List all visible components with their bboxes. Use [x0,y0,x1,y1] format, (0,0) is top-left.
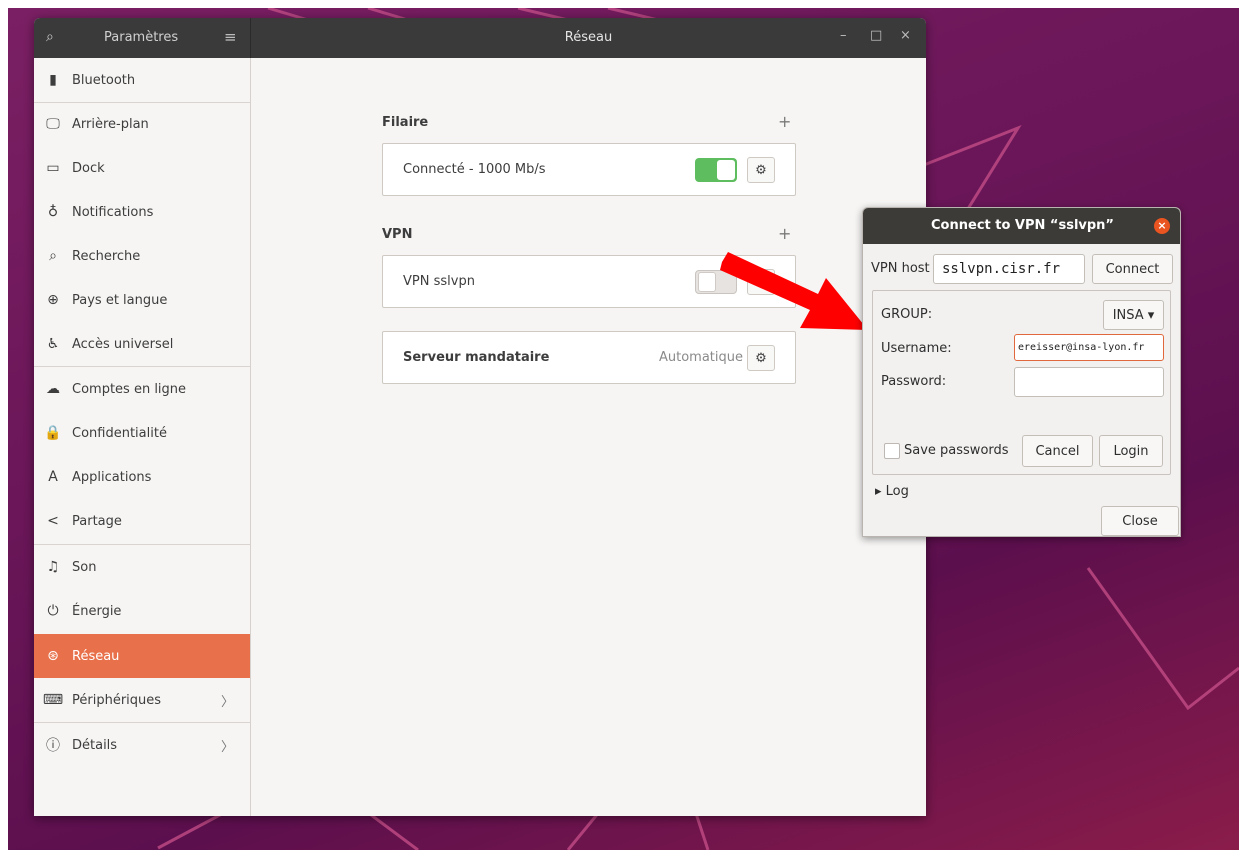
window-title: Réseau [564,30,613,45]
password-input[interactable] [1014,367,1164,397]
gear-icon: ⚙ [755,162,767,178]
sidebar-item-bluetooth[interactable]: ▮ Bluetooth [34,58,250,102]
sidebar-item-label: Pays et langue [72,292,168,308]
bluetooth-icon: ▮ [49,72,57,88]
wired-settings-button[interactable]: ⚙ [747,157,775,183]
search-icon: ⌕ [49,248,57,264]
titlebar: ⌕ Paramètres ≡ Réseau – □ × [34,18,926,58]
accessibility-icon: ♿ [46,336,60,352]
proxy-value: Automatique [658,350,743,365]
sidebar-item-label: Partage [72,513,122,529]
app-title: Paramètres [104,30,179,45]
password-label: Password: [881,374,947,389]
sidebar-item-label: Comptes en ligne [72,381,187,397]
group-select[interactable]: INSA ▾ [1103,300,1164,330]
sidebar-item-label: Dock [72,160,105,176]
red-arrow-annotation [720,252,868,330]
sidebar-item-label: Arrière-plan [72,116,149,132]
sidebar-item-label: Notifications [72,204,154,220]
info-icon: ⓘ [46,738,60,754]
sidebar-item-privacy[interactable]: 🔒 Confidentialité [34,411,250,455]
login-button[interactable]: Login [1099,435,1163,467]
save-passwords-label[interactable]: Save passwords [904,443,1009,458]
log-expander[interactable]: ▸ Log [875,484,909,499]
sidebar-item-search[interactable]: ⌕ Recherche [34,234,250,278]
sidebar-item-region[interactable]: ⊕ Pays et langue [34,278,250,322]
group-label: GROUP: [881,307,933,322]
toggle-knob [717,160,735,180]
proxy-label: Serveur mandataire [403,350,550,365]
chevron-right-icon: 〉 [220,740,234,755]
titlebar-left: ⌕ Paramètres ≡ [34,18,251,58]
minimize-button[interactable]: – [840,28,847,43]
close-button[interactable]: × [900,28,911,43]
sidebar-item-dock[interactable]: ▭ Dock [34,146,250,190]
sidebar-item-power[interactable]: ⏻ Énergie [34,589,250,633]
settings-window: ⌕ Paramètres ≡ Réseau – □ × ▮ Bluetooth … [34,18,926,816]
monitor-icon: 🖵 [46,116,60,132]
network-icon: ⊛ [47,648,59,664]
username-input[interactable]: ereisser@insa-lyon.fr [1014,334,1164,361]
vpn-host-label: VPN host [871,261,930,276]
bell-icon: ♁ [47,204,59,220]
dock-icon: ▭ [46,160,60,176]
wired-toggle[interactable] [695,158,737,182]
username-label: Username: [881,341,952,356]
sidebar-item-sharing[interactable]: < Partage [34,499,250,543]
vpn-host-input[interactable]: sslvpn.cisr.fr [933,254,1085,284]
sidebar-item-details[interactable]: ⓘ Détails 〉 [34,723,250,767]
globe-icon: ⊕ [47,292,59,308]
sidebar-item-label: Énergie [72,603,122,619]
power-icon: ⏻ [47,603,59,619]
sidebar-item-label: Réseau [72,648,120,664]
sidebar-item-online-accounts[interactable]: ☁ Comptes en ligne [34,367,250,411]
sidebar-item-label: Recherche [72,248,141,264]
cancel-button[interactable]: Cancel [1022,435,1093,467]
sidebar-item-notifications[interactable]: ♁ Notifications [34,190,250,234]
music-note-icon: ♫ [46,559,60,575]
sidebar-item-label: Confidentialité [72,425,167,441]
close-dialog-button[interactable]: Close [1101,506,1179,536]
sidebar-item-label: Applications [72,469,152,485]
dialog-close-icon[interactable]: × [1154,218,1170,234]
sidebar-item-label: Détails [72,737,118,753]
sidebar-item-label: Bluetooth [72,72,136,88]
applications-icon: A [48,469,58,485]
proxy-settings-button[interactable]: ⚙ [747,345,775,371]
sidebar-item-network[interactable]: ⊛ Réseau [34,634,250,678]
vpn-section-title: VPN [382,227,413,242]
lock-icon: 🔒 [44,425,62,441]
dialog-title: Connect to VPN “sslvpn” [863,208,1180,244]
gear-icon: ⚙ [755,350,767,366]
sidebar-item-sound[interactable]: ♫ Son [34,545,250,589]
add-vpn-button[interactable]: + [778,224,791,243]
sidebar-item-background[interactable]: 🖵 Arrière-plan [34,102,250,146]
wired-section-title: Filaire [382,115,429,130]
chevron-right-icon: 〉 [220,695,234,710]
sidebar: ▮ Bluetooth 🖵 Arrière-plan ▭ Dock ♁ Noti… [34,58,251,816]
sidebar-item-label: Accès universel [72,336,174,352]
vpn-connect-dialog: Connect to VPN “sslvpn” × VPN host sslvp… [862,207,1181,537]
share-icon: < [47,513,59,529]
sidebar-item-label: Son [72,559,97,575]
save-passwords-checkbox[interactable] [884,443,900,459]
add-wired-button[interactable]: + [778,112,791,131]
hamburger-menu-icon[interactable]: ≡ [224,28,237,46]
devices-icon: ⌨ [42,692,64,708]
sidebar-item-applications[interactable]: A Applications [34,455,250,499]
search-icon[interactable]: ⌕ [46,29,62,45]
wired-status: Connecté - 1000 Mb/s [403,162,546,177]
network-panel: Filaire + Connecté - 1000 Mb/s ⚙ VPN + V… [252,58,926,816]
toggle-knob [698,272,716,292]
sidebar-item-devices[interactable]: ⌨ Périphériques 〉 [34,678,250,722]
cloud-icon: ☁ [46,381,60,397]
proxy-card: Serveur mandataire Automatique ⚙ [382,331,796,384]
maximize-button[interactable]: □ [870,28,882,43]
sidebar-item-label: Périphériques [72,692,162,708]
connect-button[interactable]: Connect [1092,254,1173,284]
wired-connection-card: Connecté - 1000 Mb/s ⚙ [382,143,796,196]
sidebar-item-accessibility[interactable]: ♿ Accès universel [34,322,250,366]
vpn-name: VPN sslvpn [403,274,475,289]
